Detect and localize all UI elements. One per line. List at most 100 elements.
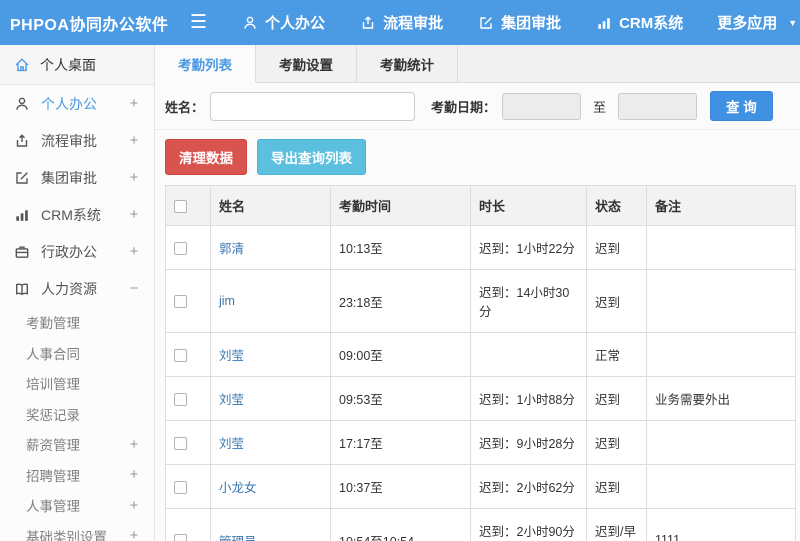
status: 迟到 xyxy=(586,269,647,333)
tab-strip: 考勤列表 考勤设置 考勤统计 xyxy=(155,45,800,83)
attendance-time: 10:37至 xyxy=(330,464,471,509)
topbar-item-1[interactable]: 流程审批 xyxy=(359,12,443,33)
sidebar-item-2[interactable]: 集团审批 + xyxy=(0,159,154,196)
expand-icon[interactable]: + xyxy=(128,466,140,483)
note xyxy=(646,420,796,465)
expand-icon[interactable]: + xyxy=(128,497,140,514)
topbar-item-0[interactable]: 个人办公 xyxy=(241,12,325,33)
content-area: 考勤列表 考勤设置 考勤统计 姓名： 考勤日期： 至 查 询 清理数据 导出查询列表 xyxy=(155,45,800,541)
search-form: 姓名： 考勤日期： 至 查 询 xyxy=(155,83,800,130)
employee-name-link[interactable]: 刘莹 xyxy=(219,437,244,451)
topbar-item-label: 集团审批 xyxy=(501,15,562,32)
duration xyxy=(470,332,587,377)
employee-name-link[interactable]: 管理员 xyxy=(219,535,257,541)
expand-icon[interactable]: + xyxy=(128,436,140,453)
action-buttons: 清理数据 导出查询列表 xyxy=(155,130,800,184)
row-checkbox[interactable] xyxy=(174,534,187,541)
sidebar-item-label: 个人办公 xyxy=(41,95,97,112)
status: 迟到 xyxy=(586,420,647,465)
main-layout: 个人桌面 个人办公 + 流程审批 + 集团审批 + CRM系统 + 行政办公 + 人力资源 − 考勤管… xyxy=(0,45,800,541)
topbar-item-3[interactable]: CRM系统 xyxy=(595,12,683,33)
sidebar-subitem-3[interactable]: 奖惩记录 xyxy=(0,399,154,430)
sidebar-item-4[interactable]: 行政办公 + xyxy=(0,233,154,270)
query-button[interactable]: 查 询 xyxy=(710,91,773,121)
collapse-icon[interactable]: − xyxy=(128,280,140,297)
row-checkbox[interactable] xyxy=(174,480,187,494)
table-header-row: 姓名 考勤时间 时长 状态 备注 xyxy=(165,185,796,226)
book-icon xyxy=(13,280,30,297)
sidebar-item-desktop[interactable]: 个人桌面 xyxy=(0,45,154,85)
expand-icon[interactable]: + xyxy=(128,132,140,149)
duration: 迟到：2小时62分 xyxy=(470,464,587,509)
note: 1111 xyxy=(646,508,796,541)
hamburger-icon[interactable]: ☰ xyxy=(190,13,207,32)
expand-icon[interactable]: + xyxy=(128,206,140,223)
status: 迟到 xyxy=(586,225,647,270)
user-icon xyxy=(241,14,258,31)
sidebar-item-label: 个人桌面 xyxy=(40,56,96,73)
sidebar-item-label: CRM系统 xyxy=(41,206,101,223)
row-checkbox[interactable] xyxy=(174,295,187,309)
status: 迟到/早退 xyxy=(586,508,647,541)
chart-icon xyxy=(13,206,30,223)
expand-icon[interactable]: + xyxy=(128,243,140,260)
export-list-button[interactable]: 导出查询列表 xyxy=(257,139,366,175)
expand-icon[interactable]: + xyxy=(128,527,140,541)
tab-0[interactable]: 考勤列表 xyxy=(155,45,256,83)
sidebar-subitem-2[interactable]: 培训管理 xyxy=(0,368,154,399)
flow-icon xyxy=(13,132,30,149)
sidebar-subitem-5[interactable]: 招聘管理 + xyxy=(0,460,154,491)
sidebar-subitem-label: 考勤管理 xyxy=(26,316,80,332)
sidebar-subitem-6[interactable]: 人事管理 + xyxy=(0,490,154,521)
date-from-input[interactable] xyxy=(502,92,582,120)
sidebar-item-3[interactable]: CRM系统 + xyxy=(0,196,154,233)
sidebar-subitem-7[interactable]: 基础类别设置 + xyxy=(0,521,154,541)
expand-icon[interactable]: + xyxy=(128,95,140,112)
table-row: 刘莹 09:53至 迟到：1小时88分 迟到 业务需要外出 xyxy=(165,376,796,421)
home-icon xyxy=(13,56,30,73)
duration: 迟到：2小时90分 早退：7小时10分 xyxy=(470,508,587,541)
date-to-input[interactable] xyxy=(618,92,698,120)
expand-icon[interactable]: + xyxy=(128,169,140,186)
attendance-time: 09:00至 xyxy=(330,332,471,377)
topbar-item-4[interactable]: 更多应用 ▼ xyxy=(717,12,797,33)
sidebar-subitem-4[interactable]: 薪资管理 + xyxy=(0,429,154,460)
employee-name-link[interactable]: 刘莹 xyxy=(219,349,244,363)
sidebar-subitem-0[interactable]: 考勤管理 xyxy=(0,307,154,338)
name-label: 姓名： xyxy=(165,99,205,115)
row-checkbox[interactable] xyxy=(174,241,187,255)
row-checkbox[interactable] xyxy=(174,392,187,406)
employee-name-link[interactable]: jim xyxy=(219,294,235,308)
select-all-checkbox[interactable] xyxy=(174,200,187,214)
note xyxy=(646,464,796,509)
employee-name-link[interactable]: 小龙女 xyxy=(219,481,257,495)
sidebar-subitem-1[interactable]: 人事合同 xyxy=(0,338,154,369)
note xyxy=(646,225,796,270)
table-row: 郭清 10:13至 迟到：1小时22分 迟到 xyxy=(165,225,796,270)
tab-1[interactable]: 考勤设置 xyxy=(256,45,357,82)
row-checkbox[interactable] xyxy=(174,436,187,450)
edit-icon xyxy=(13,169,30,186)
table-row: 刘莹 17:17至 迟到：9小时28分 迟到 xyxy=(165,420,796,465)
attendance-time: 10:54至10:54 xyxy=(330,508,471,541)
attendance-time: 10:13至 xyxy=(330,225,471,270)
sidebar-item-5[interactable]: 人力资源 − xyxy=(0,270,154,307)
sidebar-item-0[interactable]: 个人办公 + xyxy=(0,85,154,122)
attendance-time: 23:18至 xyxy=(330,269,471,333)
name-input[interactable] xyxy=(210,91,416,121)
employee-name-link[interactable]: 郭清 xyxy=(219,242,244,256)
clear-data-button[interactable]: 清理数据 xyxy=(165,139,247,175)
sidebar-items: 个人办公 + 流程审批 + 集团审批 + CRM系统 + 行政办公 + 人力资源 − xyxy=(0,85,154,307)
sidebar-item-label: 行政办公 xyxy=(41,243,97,260)
employee-name-link[interactable]: 刘莹 xyxy=(219,393,244,407)
tab-2[interactable]: 考勤统计 xyxy=(357,45,458,82)
table-row: 小龙女 10:37至 迟到：2小时62分 迟到 xyxy=(165,464,796,509)
row-checkbox[interactable] xyxy=(174,348,187,362)
topbar-item-label: 更多应用 xyxy=(717,15,778,32)
app-logo: PHPOA协同办公软件 xyxy=(10,16,169,34)
sidebar-item-label: 集团审批 xyxy=(41,169,97,186)
topbar-item-2[interactable]: 集团审批 xyxy=(477,12,561,33)
sidebar-item-1[interactable]: 流程审批 + xyxy=(0,122,154,159)
attendance-time: 17:17至 xyxy=(330,420,471,465)
topbar-item-label: 流程审批 xyxy=(383,15,444,32)
